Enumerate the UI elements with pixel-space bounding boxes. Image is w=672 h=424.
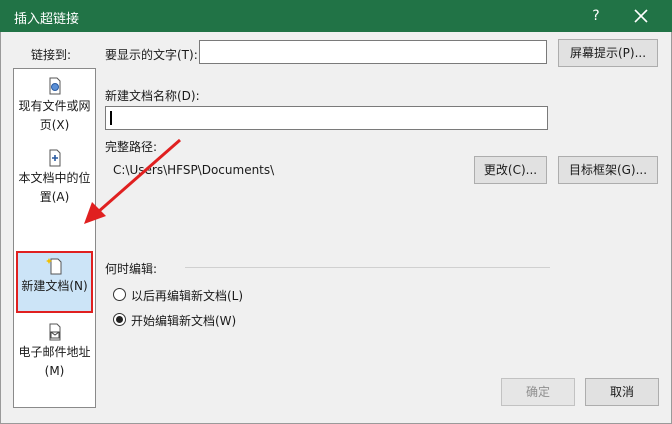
- display-text-input[interactable]: [199, 40, 547, 64]
- link-to-label: 链接到:: [31, 48, 72, 62]
- sidebar-item-label: 现有文件或网页(X): [18, 99, 91, 132]
- target-frame-button[interactable]: 目标框架(G)...: [558, 156, 658, 184]
- edit-now-label[interactable]: 开始编辑新文档(W): [131, 312, 236, 329]
- full-path-label: 完整路径:: [105, 140, 158, 154]
- close-button[interactable]: [630, 6, 652, 26]
- help-button[interactable]: ?: [586, 6, 606, 26]
- sidebar-item-label: 本文档中的位置(A): [18, 171, 91, 204]
- screen-tip-button[interactable]: 屏幕提示(P)...: [558, 39, 658, 67]
- dialog-body: 链接到: 现有文件或网页(X) 本文档中的位置(A) 新建文档(N) 电子邮件地…: [0, 32, 672, 424]
- edit-later-label[interactable]: 以后再编辑新文档(L): [131, 287, 243, 304]
- document-place-icon: [49, 149, 60, 167]
- close-icon: [634, 9, 648, 23]
- new-document-icon: [45, 258, 61, 275]
- cancel-button[interactable]: 取消: [585, 378, 659, 406]
- edit-later-radio[interactable]: [113, 288, 126, 301]
- new-document-name-input[interactable]: [105, 106, 548, 130]
- text-cursor: [110, 111, 112, 125]
- full-path-value: C:\Users\HFSP\Documents\: [113, 163, 275, 177]
- sidebar-item-existing-file[interactable]: 现有文件或网页(X): [16, 77, 93, 139]
- title-bar: 插入超链接 ?: [0, 0, 672, 32]
- window-title: 插入超链接: [14, 12, 80, 27]
- sidebar-item-new-document[interactable]: 新建文档(N): [16, 251, 93, 313]
- ok-button[interactable]: 确定: [501, 378, 575, 406]
- sidebar-item-label: 新建文档(N): [21, 279, 88, 293]
- group-divider: [185, 267, 550, 268]
- email-icon: [49, 323, 60, 341]
- sidebar-item-place-in-document[interactable]: 本文档中的位置(A): [16, 149, 93, 211]
- link-to-sidebar: 现有文件或网页(X) 本文档中的位置(A) 新建文档(N) 电子邮件地址(M): [13, 68, 96, 408]
- when-to-edit-label: 何时编辑:: [105, 262, 158, 276]
- sidebar-item-label: 电子邮件地址(M): [18, 345, 91, 378]
- sidebar-item-email-address[interactable]: 电子邮件地址(M): [16, 323, 93, 385]
- new-document-name-label: 新建文档名称(D):: [105, 89, 200, 103]
- change-button[interactable]: 更改(C)...: [474, 156, 547, 184]
- display-text-label: 要显示的文字(T):: [105, 48, 198, 62]
- edit-now-radio[interactable]: [113, 313, 126, 326]
- web-page-icon: [49, 77, 60, 95]
